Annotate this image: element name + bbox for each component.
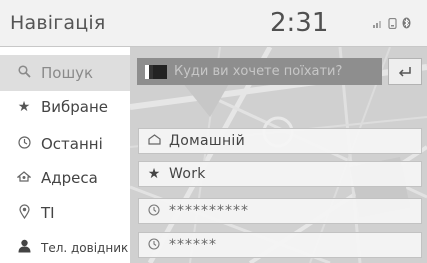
destination-item-work[interactable]: ★ Work xyxy=(138,161,422,187)
destination-label: ****** xyxy=(169,237,217,253)
sidebar-item-label: Останні xyxy=(41,135,103,153)
signal-icon xyxy=(373,19,383,31)
sidebar-item-label: Тел. довідник xyxy=(41,241,129,255)
home-icon xyxy=(147,134,161,148)
phone-icon xyxy=(388,17,397,32)
clock-icon xyxy=(16,135,32,153)
sidebar: Пошук ★ Вибране Останні Адреса TI Тел. д… xyxy=(0,47,130,263)
sidebar-item-label: Пошук xyxy=(41,64,94,82)
address-icon xyxy=(16,170,32,187)
pin-icon xyxy=(16,203,32,223)
destination-label: Work xyxy=(169,166,206,182)
destination-item-recent-1[interactable]: ********** xyxy=(138,198,422,224)
destination-item-recent-2[interactable]: ****** xyxy=(138,232,422,258)
bluetooth-icon xyxy=(402,17,411,32)
sidebar-item-phonebook[interactable]: Тел. довідник xyxy=(0,230,130,263)
sidebar-item-address[interactable]: Адреса xyxy=(0,160,130,196)
destination-item-home[interactable]: Домашній xyxy=(138,128,422,154)
star-icon: ★ xyxy=(17,99,31,115)
header-bar: Навігація 2:31 xyxy=(0,0,427,47)
sidebar-item-search[interactable]: Пошук xyxy=(0,55,130,91)
clock-icon xyxy=(147,237,161,253)
sidebar-item-favorites[interactable]: ★ Вибране xyxy=(0,89,130,125)
person-icon xyxy=(16,239,32,257)
clock: 2:31 xyxy=(270,8,329,38)
clock-icon xyxy=(147,203,161,219)
sidebar-item-recent[interactable]: Останні xyxy=(0,126,130,162)
destination-label: ********** xyxy=(169,203,249,219)
star-icon: ★ xyxy=(147,166,161,182)
search-icon xyxy=(16,64,32,82)
sidebar-item-label: Адреса xyxy=(41,169,98,187)
sidebar-item-ti[interactable]: TI xyxy=(0,195,130,231)
sidebar-item-label: Вибране xyxy=(41,98,109,116)
page-title: Навігація xyxy=(10,12,106,34)
sidebar-item-label: TI xyxy=(41,204,55,222)
search-placeholder: Куди ви хочете поїхати? xyxy=(174,64,343,79)
keyboard-icon xyxy=(145,64,167,79)
destination-search-input[interactable]: Куди ви хочете поїхати? xyxy=(137,58,382,85)
back-arrow-icon xyxy=(398,63,412,81)
status-icons xyxy=(373,17,411,32)
navigation-screen: Навігація 2:31 Пошук ★ Вибране Останні А… xyxy=(0,0,427,263)
destination-label: Домашній xyxy=(169,133,245,149)
back-button[interactable] xyxy=(388,58,422,85)
